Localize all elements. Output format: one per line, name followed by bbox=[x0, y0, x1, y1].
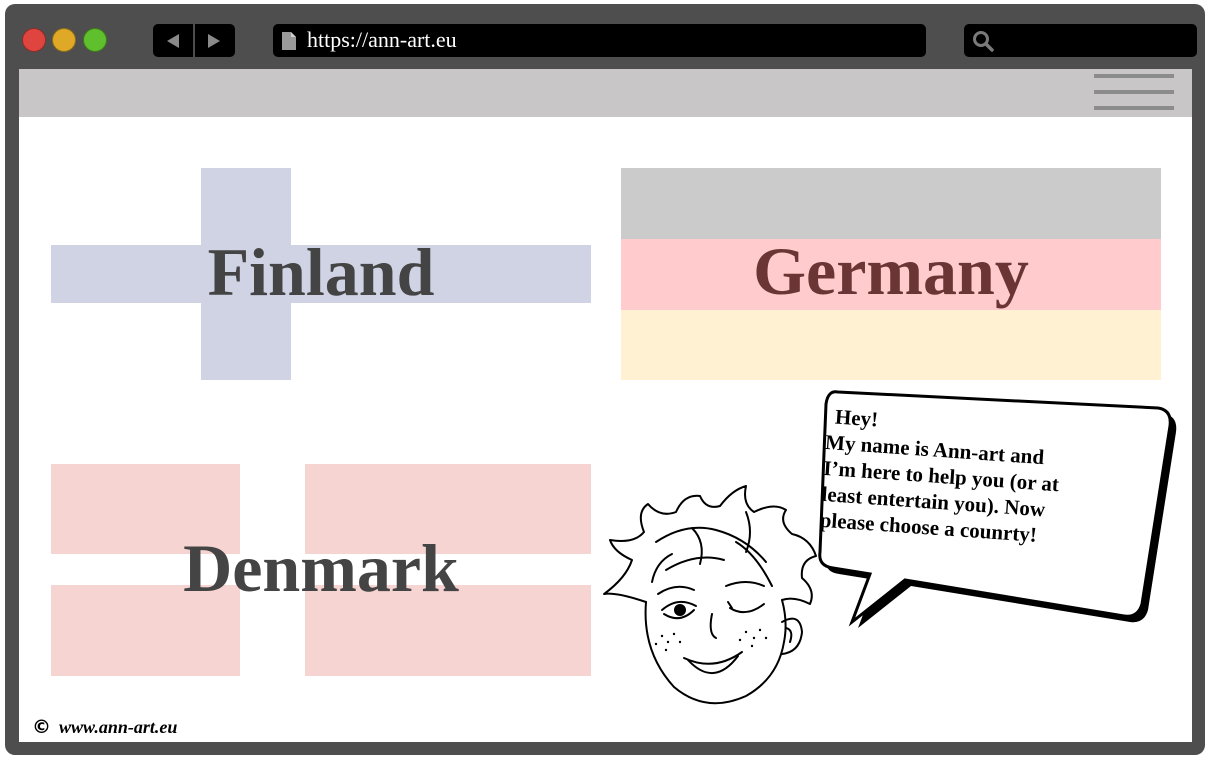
germany-stripe-bottom bbox=[621, 310, 1161, 380]
denmark-flag-link[interactable]: Denmark bbox=[51, 464, 591, 676]
search-icon bbox=[973, 31, 994, 52]
menu-line-icon bbox=[1094, 106, 1174, 110]
germany-stripe-top bbox=[621, 168, 1161, 239]
close-window-button[interactable] bbox=[22, 28, 46, 52]
hamburger-menu-button[interactable] bbox=[1092, 73, 1176, 113]
site-header bbox=[19, 69, 1192, 117]
menu-line-icon bbox=[1094, 74, 1174, 78]
minimize-window-button[interactable] bbox=[52, 28, 76, 52]
cartoon-character-illustration bbox=[603, 485, 817, 705]
forward-button[interactable] bbox=[194, 24, 234, 57]
navigation-buttons bbox=[153, 24, 235, 57]
germany-label: Germany bbox=[753, 233, 1029, 309]
finland-flag-link[interactable]: Finland bbox=[51, 168, 591, 380]
search-bar[interactable] bbox=[964, 24, 1197, 57]
copyright-icon: © bbox=[32, 716, 51, 738]
address-bar[interactable]: https://ann-art.eu bbox=[273, 24, 926, 57]
maximize-window-button[interactable] bbox=[83, 28, 107, 52]
speech-bubble-text: Hey! My name is Ann-art and I’m here to … bbox=[819, 403, 1127, 554]
denmark-label: Denmark bbox=[183, 530, 459, 606]
finland-label: Finland bbox=[207, 234, 435, 310]
page-icon bbox=[282, 32, 296, 50]
footer: © www.ann-art.eu bbox=[32, 715, 177, 739]
germany-flag-link[interactable]: Germany bbox=[621, 168, 1161, 380]
back-button[interactable] bbox=[153, 24, 193, 57]
forward-arrow-icon bbox=[208, 33, 220, 48]
back-arrow-icon bbox=[167, 33, 179, 48]
footer-site-url[interactable]: www.ann-art.eu bbox=[59, 717, 177, 738]
menu-line-icon bbox=[1094, 90, 1174, 94]
url-text: https://ann-art.eu bbox=[307, 27, 457, 52]
